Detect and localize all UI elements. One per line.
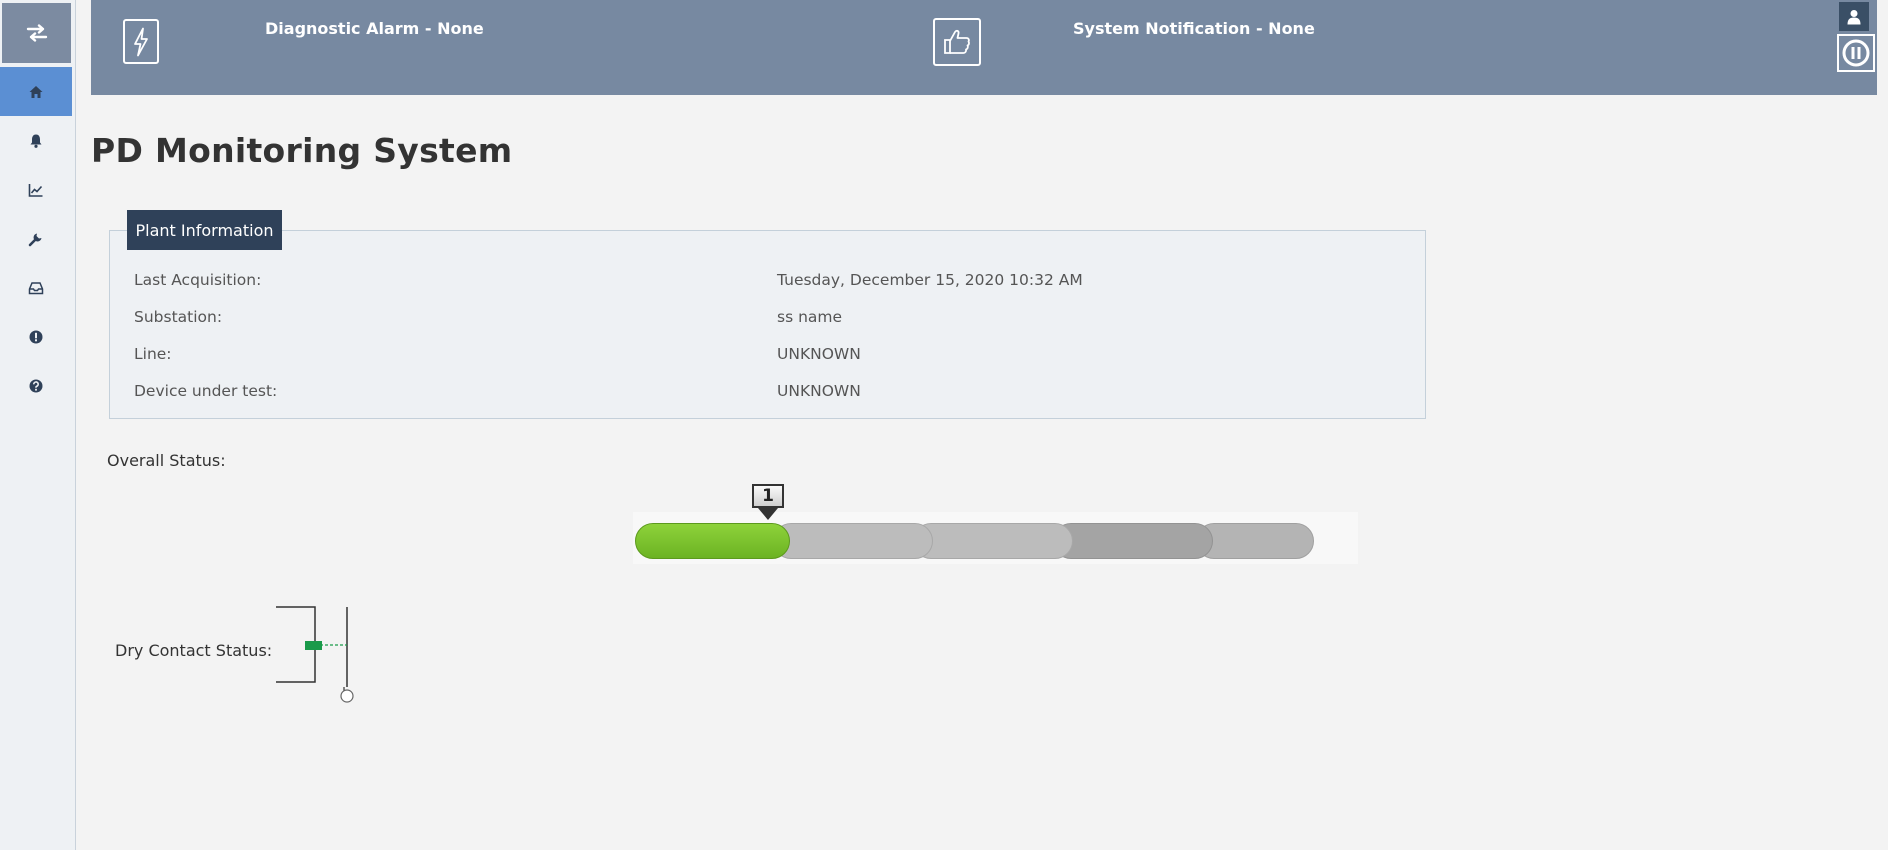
sidebar-item-alerts[interactable] bbox=[0, 312, 72, 361]
wrench-icon bbox=[28, 233, 42, 246]
home-icon bbox=[29, 85, 43, 98]
status-level-marker: 1 bbox=[752, 484, 784, 508]
notification-header bbox=[91, 0, 1877, 95]
dry-contact-status-label: Dry Contact Status: bbox=[115, 641, 273, 660]
substation-label: Substation: bbox=[134, 308, 223, 326]
plant-information-tab[interactable]: Plant Information bbox=[127, 210, 282, 250]
sidebar-item-home[interactable] bbox=[0, 67, 72, 116]
sidebar-item-settings[interactable] bbox=[0, 214, 72, 263]
status-segment-3 bbox=[913, 523, 1073, 559]
page-title: PD Monitoring System bbox=[91, 131, 513, 170]
user-icon bbox=[1847, 9, 1861, 24]
sidebar-item-help[interactable] bbox=[0, 361, 72, 410]
sidebar bbox=[0, 0, 76, 850]
diagnostic-alarm-text: Diagnostic Alarm - None bbox=[265, 19, 484, 38]
device-under-test-label: Device under test: bbox=[134, 382, 278, 400]
thumbs-up-icon bbox=[944, 29, 970, 54]
last-acquisition-label: Last Acquisition: bbox=[134, 271, 262, 289]
lightning-bolt-icon bbox=[134, 27, 148, 56]
question-circle-icon bbox=[29, 379, 43, 392]
bell-icon bbox=[30, 134, 42, 148]
status-segment-1-active bbox=[635, 523, 790, 559]
inbox-icon bbox=[28, 281, 44, 294]
sidebar-item-trends[interactable] bbox=[0, 165, 72, 214]
sidebar-item-alarms[interactable] bbox=[0, 116, 72, 165]
dry-contact-diagram bbox=[276, 606, 354, 703]
line-chart-icon bbox=[28, 183, 43, 197]
swap-arrows-icon bbox=[26, 24, 47, 42]
contact-terminal-icon bbox=[340, 689, 354, 703]
user-profile-button[interactable] bbox=[1839, 2, 1869, 31]
system-notification-indicator[interactable] bbox=[933, 18, 981, 66]
overall-status-bar bbox=[633, 512, 1358, 564]
dry-contact-indicator bbox=[305, 641, 322, 650]
sidebar-item-storage[interactable] bbox=[0, 263, 72, 312]
line-label: Line: bbox=[134, 345, 172, 363]
pause-circle-icon bbox=[1842, 39, 1870, 67]
substation-value: ss name bbox=[777, 308, 843, 326]
plant-information-panel bbox=[109, 230, 1426, 419]
overall-status-label: Overall Status: bbox=[107, 451, 226, 470]
diagnostic-alarm-indicator[interactable] bbox=[123, 19, 159, 64]
system-notification-text: System Notification - None bbox=[1073, 19, 1315, 38]
status-segment-4 bbox=[1053, 523, 1213, 559]
sidebar-toggle-button[interactable] bbox=[2, 3, 71, 63]
last-acquisition-value: Tuesday, December 15, 2020 10:32 AM bbox=[777, 271, 1083, 289]
exclamation-circle-icon bbox=[29, 330, 43, 343]
device-under-test-value: UNKNOWN bbox=[777, 382, 861, 400]
status-segment-5 bbox=[1196, 523, 1314, 559]
status-marker-pointer bbox=[758, 508, 778, 520]
pause-button[interactable] bbox=[1837, 34, 1875, 72]
status-segment-2 bbox=[773, 523, 933, 559]
line-value: UNKNOWN bbox=[777, 345, 861, 363]
